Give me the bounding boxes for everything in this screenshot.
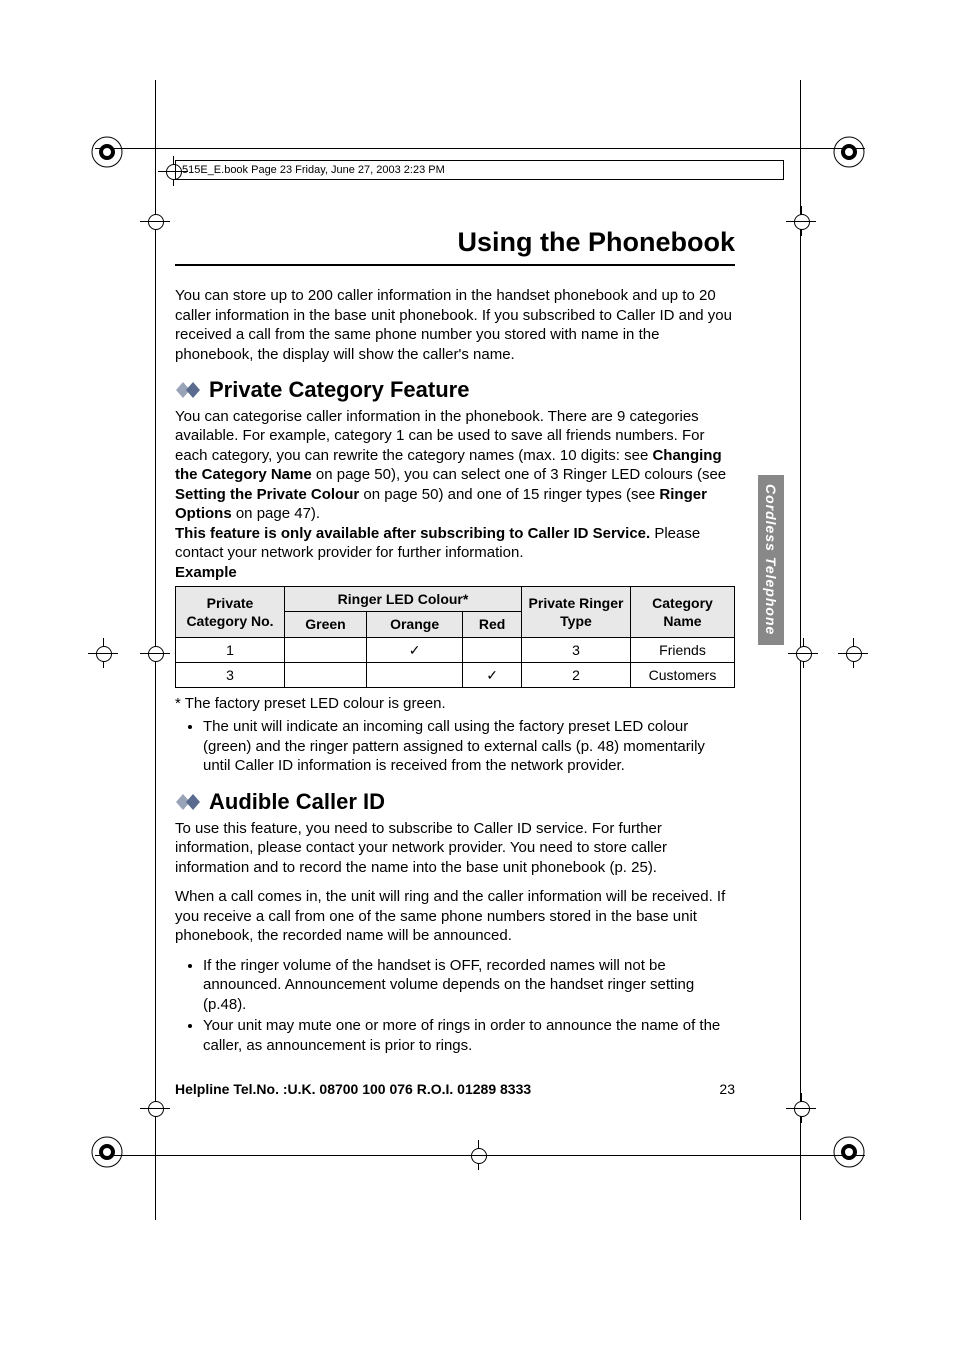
section-heading-private: Private Category Feature [175, 376, 735, 405]
cell: 3 [176, 662, 285, 687]
cell [285, 637, 367, 662]
th-orange: Orange [367, 612, 463, 637]
crosshair-icon [140, 638, 170, 668]
th-green: Green [285, 612, 367, 637]
crosshair-icon [786, 1093, 816, 1123]
text: on page 50) and one of 15 ringer types (… [359, 486, 659, 503]
table-row: 3 ✓ 2 Customers [176, 662, 735, 687]
crosshair-icon [786, 206, 816, 236]
registration-mark-icon [832, 1135, 866, 1169]
page-footer: Helpline Tel.No. :U.K. 08700 100 076 R.O… [175, 1080, 735, 1098]
example-label: Example [175, 563, 735, 583]
crosshair-icon [140, 206, 170, 236]
footnote: * The factory preset LED colour is green… [175, 694, 735, 714]
list-item: Your unit may mute one or more of rings … [203, 1016, 735, 1055]
audible-body2: When a call comes in, the unit will ring… [175, 887, 735, 946]
list-item: The unit will indicate an incoming call … [203, 717, 735, 776]
cell: ✓ [463, 662, 522, 687]
printer-header: 515E_E.book Page 23 Friday, June 27, 200… [175, 160, 784, 180]
page-title: Using the Phonebook [175, 225, 735, 260]
section-tab: Cordless Telephone [758, 475, 784, 645]
cell: Customers [631, 662, 735, 687]
list-item: If the ringer volume of the handset is O… [203, 956, 735, 1015]
text: You can categorise caller information in… [175, 408, 704, 464]
th-private-cat: Private Category No. [176, 587, 285, 637]
example-table: Private Category No. Ringer LED Colour* … [175, 586, 735, 688]
intro-paragraph: You can store up to 200 caller informati… [175, 286, 735, 364]
title-rule [175, 264, 735, 266]
xref: Setting the Private Colour [175, 486, 359, 503]
diamond-bullet-icon [175, 793, 203, 811]
crosshair-icon [788, 638, 818, 668]
th-red: Red [463, 612, 522, 637]
registration-mark-icon [90, 1135, 124, 1169]
cell [367, 662, 463, 687]
th-ringer-type: Private Ringer Type [522, 587, 631, 637]
bullet-list: The unit will indicate an incoming call … [175, 717, 735, 776]
crosshair-icon [838, 638, 868, 668]
th-ringer-colour: Ringer LED Colour* [285, 587, 522, 612]
text: on page 47). [232, 505, 320, 522]
cell: Friends [631, 637, 735, 662]
page-content: Using the Phonebook You can store up to … [175, 225, 735, 1057]
section-title-text: Audible Caller ID [209, 788, 385, 817]
section-heading-audible: Audible Caller ID [175, 788, 735, 817]
registration-mark-icon [90, 135, 124, 169]
bullet-list: If the ringer volume of the handset is O… [175, 956, 735, 1056]
cell: 2 [522, 662, 631, 687]
cell: 3 [522, 637, 631, 662]
crosshair-icon [463, 1140, 493, 1170]
cell: 1 [176, 637, 285, 662]
th-cat-name: Category Name [631, 587, 735, 637]
diamond-bullet-icon [175, 381, 203, 399]
crosshair-icon [88, 638, 118, 668]
private-note: This feature is only available after sub… [175, 524, 735, 563]
crop-line-top [95, 148, 865, 149]
table-row: 1 ✓ 3 Friends [176, 637, 735, 662]
cell [463, 637, 522, 662]
cell [285, 662, 367, 687]
audible-body1: To use this feature, you need to subscri… [175, 819, 735, 878]
cell: ✓ [367, 637, 463, 662]
registration-mark-icon [832, 135, 866, 169]
text: on page 50), you can select one of 3 Rin… [312, 466, 726, 483]
bold-note: This feature is only available after sub… [175, 525, 650, 542]
page-number: 23 [719, 1080, 735, 1098]
private-body: You can categorise caller information in… [175, 407, 735, 524]
crosshair-icon [140, 1093, 170, 1123]
helpline-text: Helpline Tel.No. :U.K. 08700 100 076 R.O… [175, 1080, 531, 1098]
section-title-text: Private Category Feature [209, 376, 469, 405]
